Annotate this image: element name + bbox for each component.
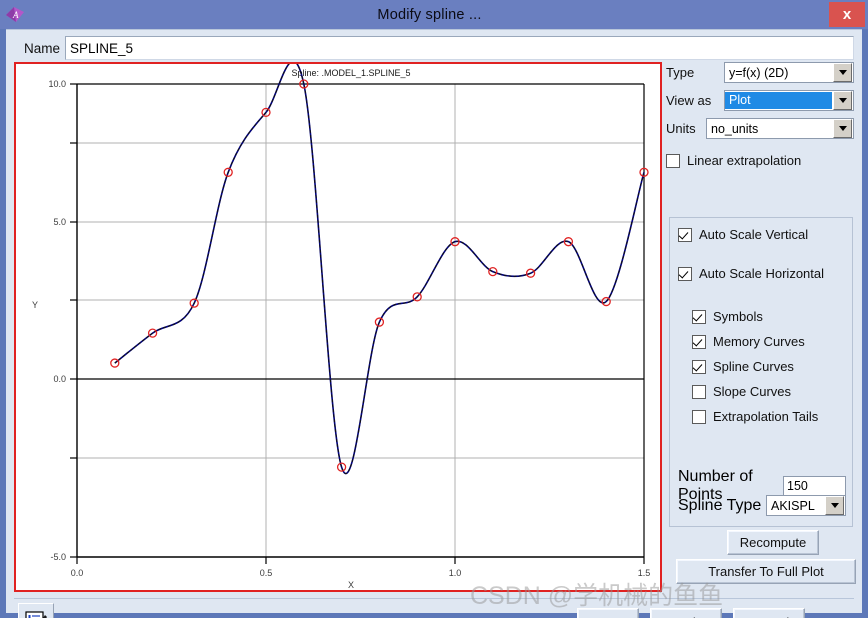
linear-extrapolation-label: Linear extrapolation — [687, 153, 801, 168]
ok-button[interactable]: OK — [577, 608, 639, 618]
units-row: Units no_units — [666, 118, 856, 139]
slope-curves-label: Slope Curves — [713, 384, 791, 399]
document-pen-icon[interactable] — [18, 603, 54, 618]
x-axis-label: X — [348, 580, 354, 590]
recompute-button[interactable]: Recompute — [727, 530, 819, 555]
y-axis-label: Y — [32, 300, 38, 310]
xtick-0: 0.0 — [71, 568, 84, 578]
spline-plot-panel: Spline: .MODEL_1.SPLINE_5 — [14, 62, 662, 592]
spline-type-row: Spline Type AKISPL — [678, 495, 846, 516]
checkbox-box — [692, 335, 706, 349]
view-as-row: View as Plot — [666, 90, 856, 111]
symbols-checkbox[interactable]: Symbols — [692, 309, 844, 324]
curve-options-list: Symbols Memory Curves Spline Curves Slop… — [678, 309, 844, 424]
number-of-points-input[interactable] — [783, 476, 846, 497]
spline-type-label: Spline Type — [678, 497, 766, 515]
chevron-down-icon[interactable] — [833, 63, 852, 82]
spline-curves-checkbox[interactable]: Spline Curves — [692, 359, 844, 374]
extrapolation-tails-label: Extrapolation Tails — [713, 409, 818, 424]
xtick-10: 1.0 — [449, 568, 462, 578]
settings-panel: Type y=f(x) (2D) View as Plot Units no_u… — [666, 62, 856, 592]
xtick-05: 0.5 — [260, 568, 273, 578]
checkbox-box — [692, 310, 706, 324]
adams-a-icon: A — [0, 0, 30, 29]
auto-scale-vertical-label: Auto Scale Vertical — [699, 227, 808, 242]
ytick-0: 0.0 — [53, 374, 66, 384]
scale-options-group: Auto Scale Vertical Auto Scale Horizonta… — [669, 217, 853, 527]
view-as-value: Plot — [725, 92, 832, 109]
name-input[interactable] — [65, 36, 854, 60]
linear-extrapolation-checkbox[interactable]: Linear extrapolation — [666, 153, 856, 168]
chevron-down-icon[interactable] — [833, 91, 852, 110]
type-value: y=f(x) (2D) — [729, 66, 832, 80]
type-combo[interactable]: y=f(x) (2D) — [724, 62, 854, 83]
auto-scale-vertical-checkbox[interactable]: Auto Scale Vertical — [678, 227, 844, 242]
chevron-down-icon[interactable] — [825, 496, 844, 515]
slope-curves-checkbox[interactable]: Slope Curves — [692, 384, 844, 399]
ytick-m5: -5.0 — [50, 552, 66, 562]
dialog-footer: OK Apply Cancel — [14, 598, 854, 618]
close-icon[interactable]: x — [829, 2, 865, 27]
spline-type-value: AKISPL — [771, 499, 824, 513]
checkbox-box — [666, 154, 680, 168]
symbols-label: Symbols — [713, 309, 763, 324]
spline-type-combo[interactable]: AKISPL — [766, 495, 846, 516]
view-as-combo[interactable]: Plot — [724, 90, 854, 111]
ytick-5: 5.0 — [53, 217, 66, 227]
checkbox-box — [692, 360, 706, 374]
ytick-10: 10.0 — [48, 79, 66, 89]
chevron-down-icon[interactable] — [833, 119, 852, 138]
spline-plot[interactable]: Spline: .MODEL_1.SPLINE_5 — [16, 64, 660, 590]
name-label: Name — [14, 41, 65, 56]
view-as-label: View as — [666, 93, 724, 108]
cancel-button[interactable]: Cancel — [733, 608, 805, 618]
apply-button[interactable]: Apply — [650, 608, 722, 618]
units-combo[interactable]: no_units — [706, 118, 854, 139]
modify-spline-dialog: A Modify spline ... x Name Spline: .MODE… — [0, 0, 868, 618]
title-bar: A Modify spline ... x — [0, 0, 868, 29]
type-row: Type y=f(x) (2D) — [666, 62, 856, 83]
memory-curves-label: Memory Curves — [713, 334, 805, 349]
spline-curves-label: Spline Curves — [713, 359, 794, 374]
units-value: no_units — [711, 122, 832, 136]
svg-text:A: A — [12, 10, 19, 20]
checkbox-box — [678, 228, 692, 242]
units-label: Units — [666, 121, 706, 136]
xtick-15: 1.5 — [638, 568, 651, 578]
checkbox-box — [692, 410, 706, 424]
auto-scale-horizontal-label: Auto Scale Horizontal — [699, 266, 824, 281]
type-label: Type — [666, 65, 724, 80]
window-title: Modify spline ... — [30, 7, 829, 23]
auto-scale-horizontal-checkbox[interactable]: Auto Scale Horizontal — [678, 266, 844, 281]
plot-title: Spline: .MODEL_1.SPLINE_5 — [291, 68, 410, 78]
extrapolation-tails-checkbox[interactable]: Extrapolation Tails — [692, 409, 844, 424]
transfer-to-full-plot-button[interactable]: Transfer To Full Plot — [676, 559, 856, 584]
memory-curves-checkbox[interactable]: Memory Curves — [692, 334, 844, 349]
name-row: Name — [14, 35, 854, 61]
checkbox-box — [678, 267, 692, 281]
checkbox-box — [692, 385, 706, 399]
dialog-client-area: Name Spline: .MODEL_1.SPLINE_5 — [6, 29, 862, 613]
